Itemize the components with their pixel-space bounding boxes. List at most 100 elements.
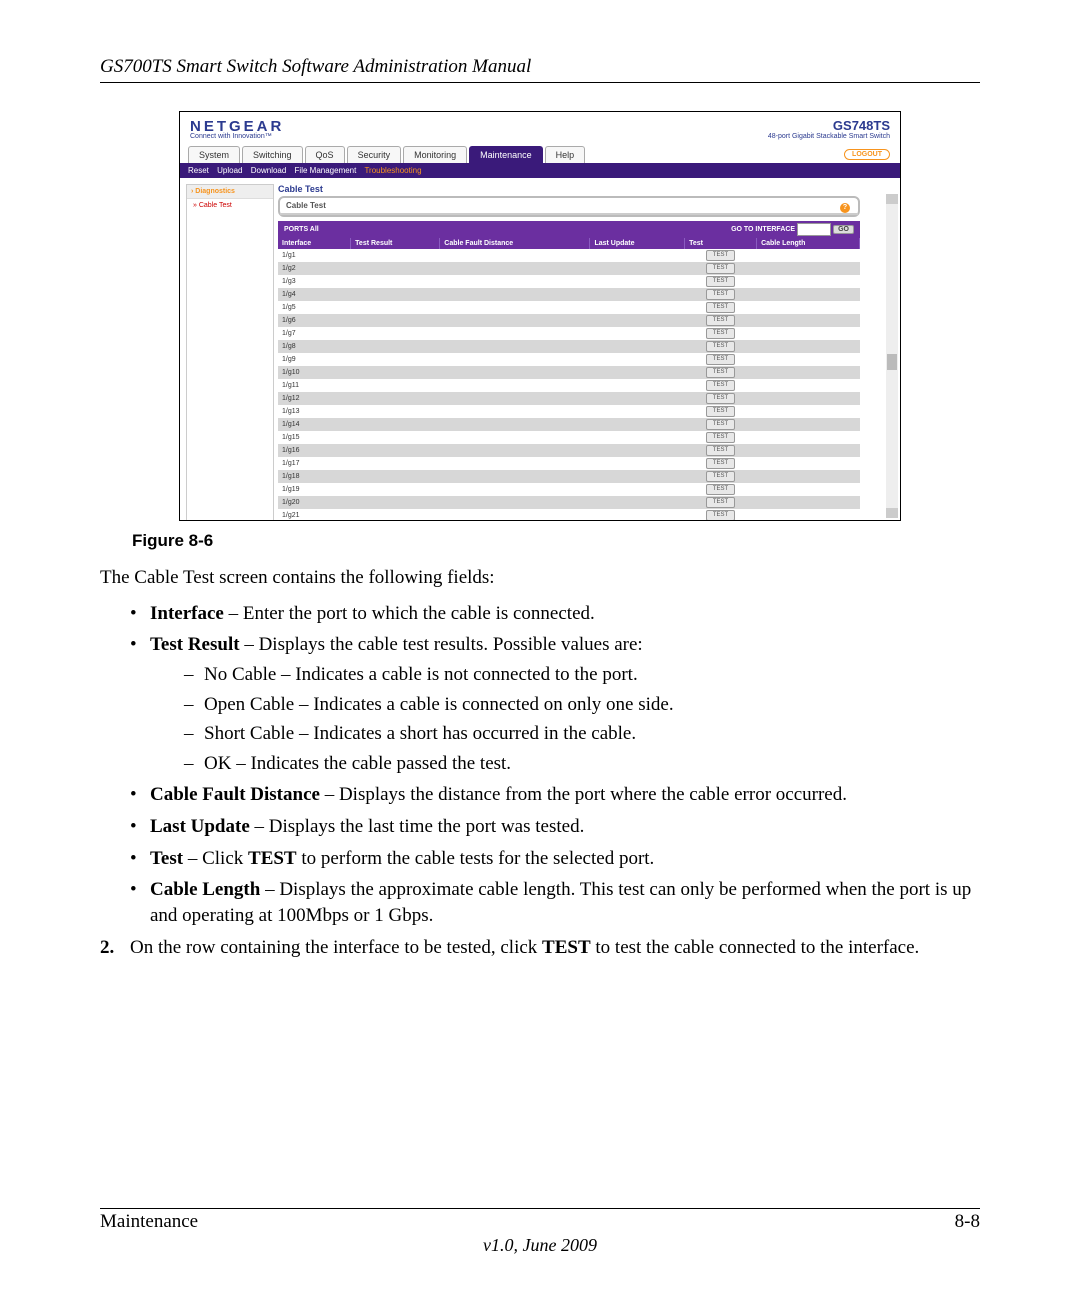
tab-qos[interactable]: QoS <box>305 146 345 163</box>
test-button[interactable]: TEST <box>706 302 735 313</box>
step-list: 2.On the row containing the interface to… <box>100 935 980 961</box>
cell-empty <box>757 418 860 431</box>
subnav-upload[interactable]: Upload <box>217 166 242 175</box>
tab-system[interactable]: System <box>188 146 240 163</box>
col-header: Interface <box>278 238 351 249</box>
cell-empty <box>590 457 685 470</box>
cell-empty <box>351 301 440 314</box>
model-label: GS748TS <box>768 118 890 133</box>
go-to-interface-input[interactable] <box>797 223 831 236</box>
leftnav-cable-test[interactable]: » Cable Test <box>187 199 273 212</box>
tab-monitoring[interactable]: Monitoring <box>403 146 467 163</box>
logout-button[interactable]: LOGOUT <box>844 149 890 160</box>
test-button[interactable]: TEST <box>706 432 735 443</box>
cell-empty <box>440 301 590 314</box>
test-button[interactable]: TEST <box>706 315 735 326</box>
cell-empty <box>757 262 860 275</box>
test-button[interactable]: TEST <box>706 367 735 378</box>
test-button[interactable]: TEST <box>706 328 735 339</box>
table-row: 1/g9TEST <box>278 353 860 366</box>
cell-interface: 1/g21 <box>278 509 351 521</box>
intro-text: The Cable Test screen contains the follo… <box>100 565 980 591</box>
cell-interface: 1/g8 <box>278 340 351 353</box>
cell-empty <box>757 340 860 353</box>
test-button[interactable]: TEST <box>706 276 735 287</box>
test-button[interactable]: TEST <box>706 341 735 352</box>
table-row: 1/g11TEST <box>278 379 860 392</box>
cell-empty <box>757 327 860 340</box>
scrollbar[interactable] <box>886 194 898 518</box>
cell-interface: 1/g19 <box>278 483 351 496</box>
cell-empty <box>440 314 590 327</box>
tab-security[interactable]: Security <box>347 146 402 163</box>
cell-interface: 1/g5 <box>278 301 351 314</box>
cell-interface: 1/g13 <box>278 405 351 418</box>
test-button[interactable]: TEST <box>706 458 735 469</box>
main-tabs: System Switching QoS Security Monitoring… <box>188 146 900 163</box>
cell-interface: 1/g20 <box>278 496 351 509</box>
test-button[interactable]: TEST <box>706 510 735 521</box>
table-row: 1/g7 TEST <box>278 327 860 340</box>
ports-all[interactable]: PORTS All <box>284 226 319 233</box>
table-row: 1/g4 TEST <box>278 288 860 301</box>
cell-empty <box>440 275 590 288</box>
cell-empty <box>757 405 860 418</box>
test-button[interactable]: TEST <box>706 445 735 456</box>
cell-empty <box>590 327 685 340</box>
test-button[interactable]: TEST <box>706 380 735 391</box>
go-button[interactable]: GO <box>833 225 854 234</box>
subnav-download[interactable]: Download <box>251 166 287 175</box>
cell-empty <box>440 327 590 340</box>
cell-interface: 1/g7 <box>278 327 351 340</box>
cell-empty <box>757 275 860 288</box>
test-button[interactable]: TEST <box>706 250 735 261</box>
cell-empty <box>757 496 860 509</box>
leftnav-header[interactable]: › Diagnostics <box>187 185 273 199</box>
cell-empty <box>757 314 860 327</box>
cell-interface: 1/g12 <box>278 392 351 405</box>
table-row: 1/g14TEST <box>278 418 860 431</box>
subnav-troubleshooting[interactable]: Troubleshooting <box>364 166 421 175</box>
help-icon[interactable]: ? <box>840 203 850 213</box>
subnav-filemgmt[interactable]: File Management <box>295 166 357 175</box>
test-button[interactable]: TEST <box>706 406 735 417</box>
test-button[interactable]: TEST <box>706 354 735 365</box>
cell-empty <box>351 262 440 275</box>
cell-empty <box>590 275 685 288</box>
test-button[interactable]: TEST <box>706 393 735 404</box>
col-header: Last Update <box>590 238 685 249</box>
cell-empty <box>757 444 860 457</box>
test-button[interactable]: TEST <box>706 484 735 495</box>
table-row: 1/g6TEST <box>278 314 860 327</box>
table-row: 1/g3TEST <box>278 275 860 288</box>
cable-test-table: InterfaceTest ResultCable Fault Distance… <box>278 238 860 521</box>
cell-empty <box>757 249 860 262</box>
cell-interface: 1/g4 <box>278 288 351 301</box>
cell-empty <box>440 262 590 275</box>
test-button[interactable]: TEST <box>706 497 735 508</box>
tab-maintenance[interactable]: Maintenance <box>469 146 543 163</box>
test-button[interactable]: TEST <box>706 419 735 430</box>
table-row: 1/g16TEST <box>278 444 860 457</box>
test-button[interactable]: TEST <box>706 263 735 274</box>
subnav-reset[interactable]: Reset <box>188 166 209 175</box>
cell-empty <box>590 366 685 379</box>
cell-empty <box>757 392 860 405</box>
cell-empty <box>440 444 590 457</box>
tab-switching[interactable]: Switching <box>242 146 303 163</box>
test-button[interactable]: TEST <box>706 471 735 482</box>
table-row: 1/g20 TEST <box>278 496 860 509</box>
cell-empty <box>351 483 440 496</box>
cell-empty <box>351 288 440 301</box>
table-row: 1/g18TEST <box>278 470 860 483</box>
cell-empty <box>351 340 440 353</box>
col-header: Cable Length <box>757 238 860 249</box>
cell-empty <box>351 457 440 470</box>
test-button[interactable]: TEST <box>706 289 735 300</box>
field-list: Interface – Enter the port to which the … <box>130 601 980 929</box>
tab-help[interactable]: Help <box>545 146 586 163</box>
table-row: 1/g5 TEST <box>278 301 860 314</box>
cell-empty <box>590 314 685 327</box>
table-row: 1/g13 TEST <box>278 405 860 418</box>
page-footer: Maintenance 8-8 v1.0, June 2009 <box>100 1208 980 1256</box>
